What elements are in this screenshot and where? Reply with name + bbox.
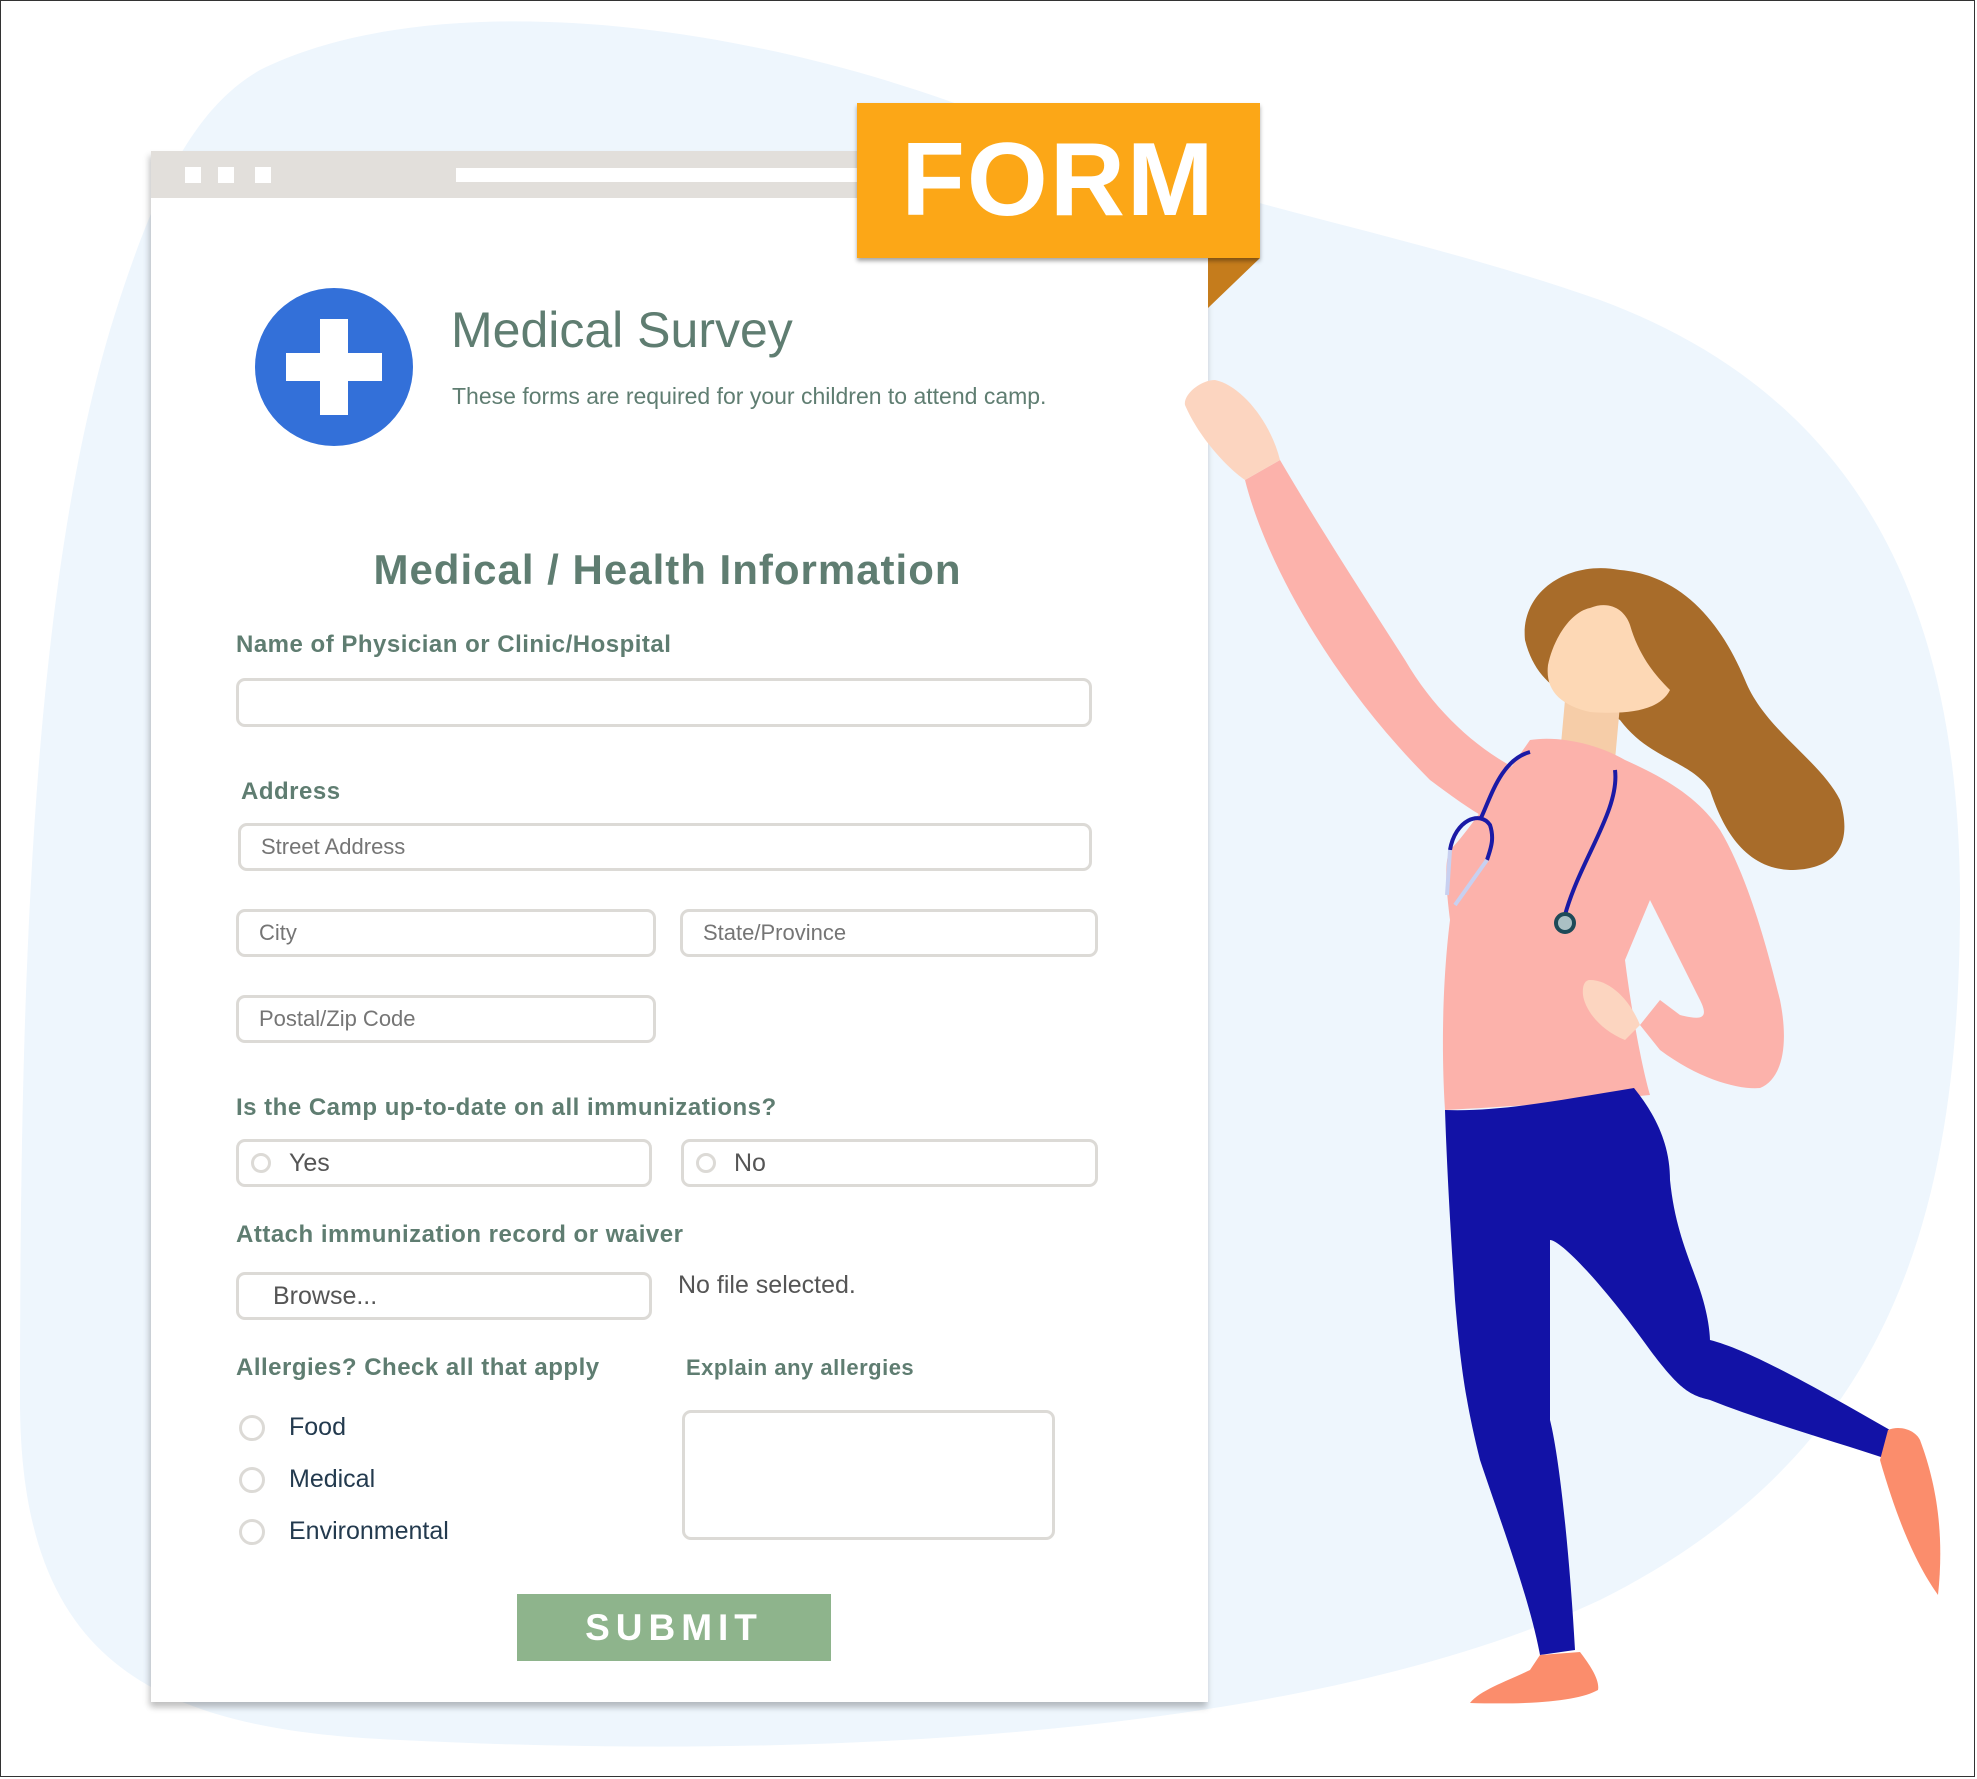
raised-arm: [1245, 460, 1540, 830]
stethoscope-chestpiece: [1554, 912, 1576, 934]
doctor-illustration: [1184, 380, 1941, 1704]
pants: [1445, 1088, 1890, 1655]
front-foot: [1470, 1652, 1599, 1704]
raised-hand: [1184, 380, 1280, 480]
back-foot: [1880, 1428, 1941, 1595]
